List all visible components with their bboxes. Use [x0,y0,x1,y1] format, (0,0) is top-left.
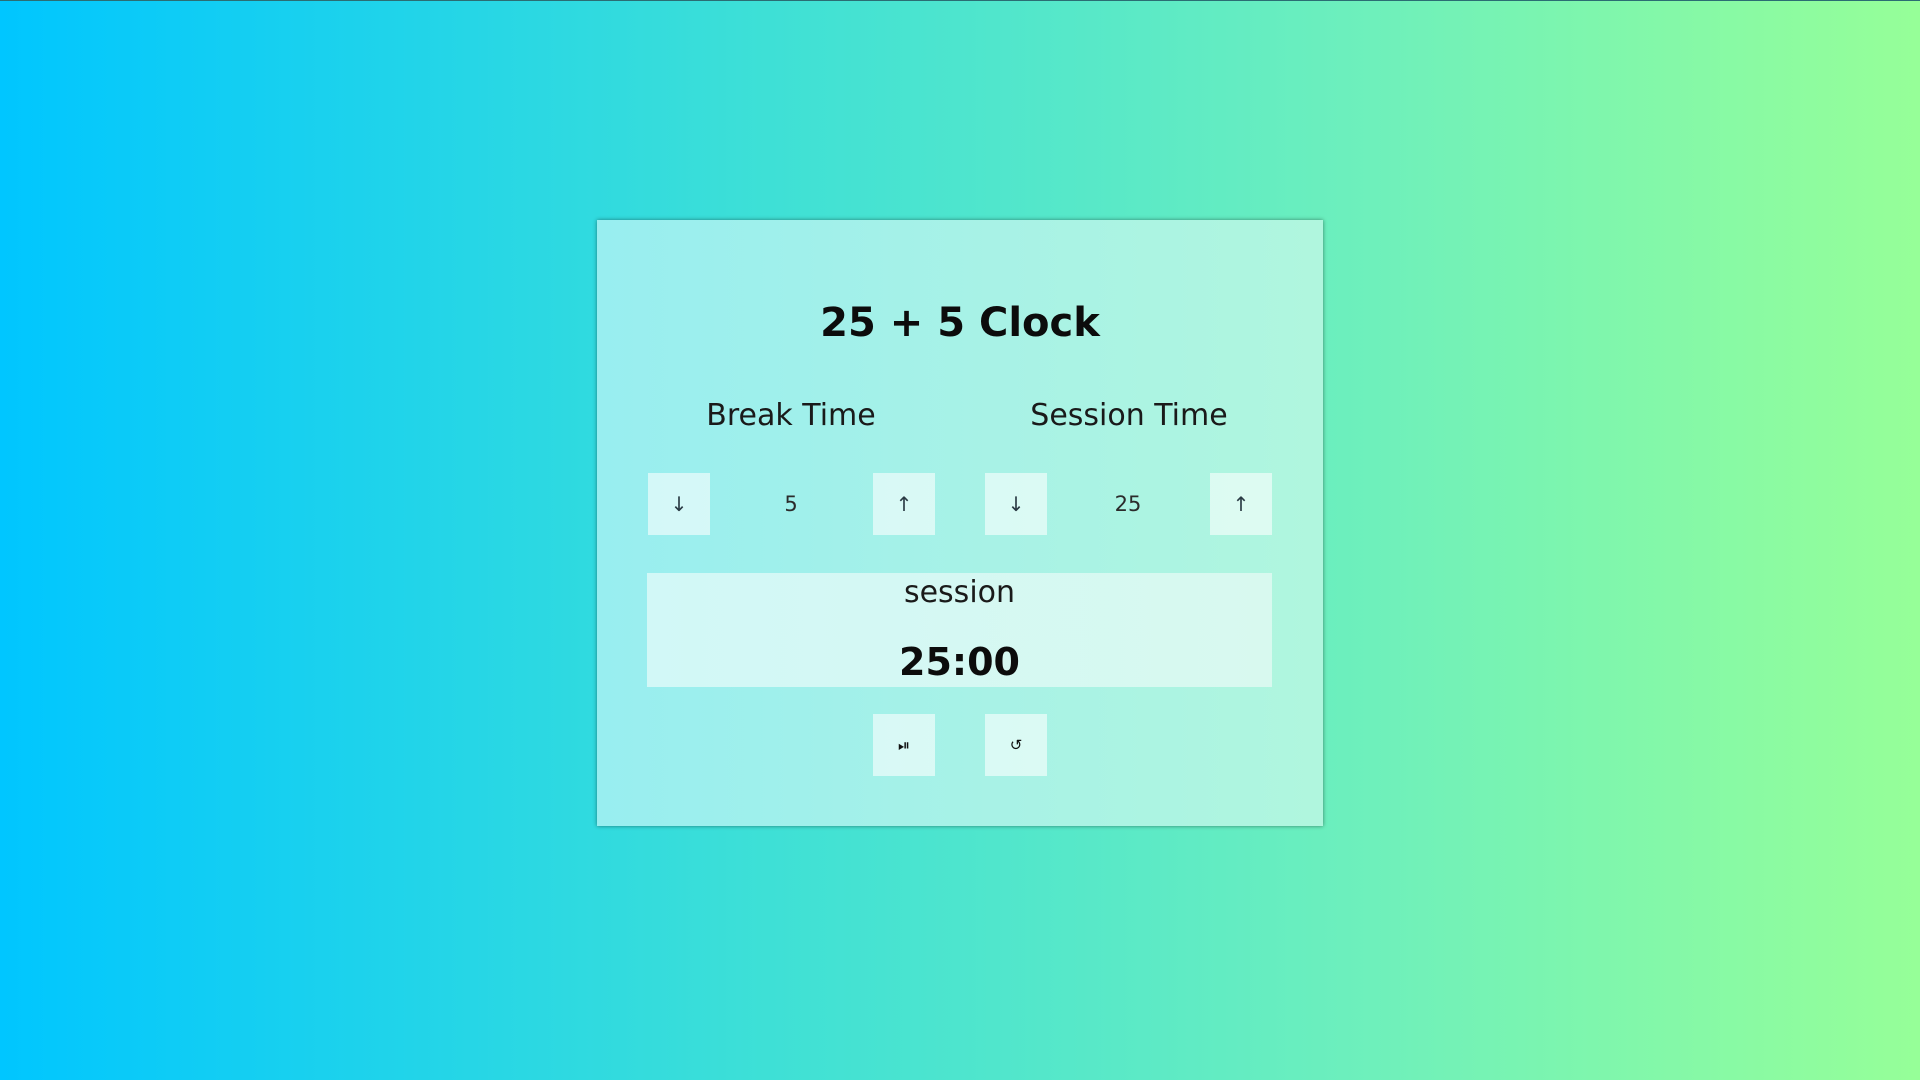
session-increment-button[interactable]: ↑ [1210,473,1272,535]
arrow-down-icon: ↓ [1007,492,1025,516]
session-decrement-button[interactable]: ↓ [985,473,1047,535]
timer-label: session [903,575,1016,610]
session-time-label: Session Time [1030,398,1228,433]
arrow-down-icon: ↓ [670,492,688,516]
break-length-value: 5 [784,492,798,516]
reset-button[interactable]: ↺ [985,714,1047,776]
play-pause-icon: ⏯ [897,736,910,754]
play-pause-button[interactable]: ⏯ [873,714,935,776]
time-left: 25:00 [899,640,1020,684]
top-border-line [0,0,1920,1]
break-increment-button[interactable]: ↑ [873,473,935,535]
session-length-value: 25 [1114,492,1142,516]
timer-display: session 25:00 [647,573,1272,687]
break-decrement-button[interactable]: ↓ [648,473,710,535]
clock-card: 25 + 5 Clock Break Time Session Time ↓ 5… [597,220,1323,826]
break-time-label: Break Time [706,398,876,433]
page-title: 25 + 5 Clock [820,300,1100,346]
arrow-up-icon: ↑ [895,492,913,516]
reset-icon: ↺ [1009,736,1023,754]
arrow-up-icon: ↑ [1232,492,1250,516]
